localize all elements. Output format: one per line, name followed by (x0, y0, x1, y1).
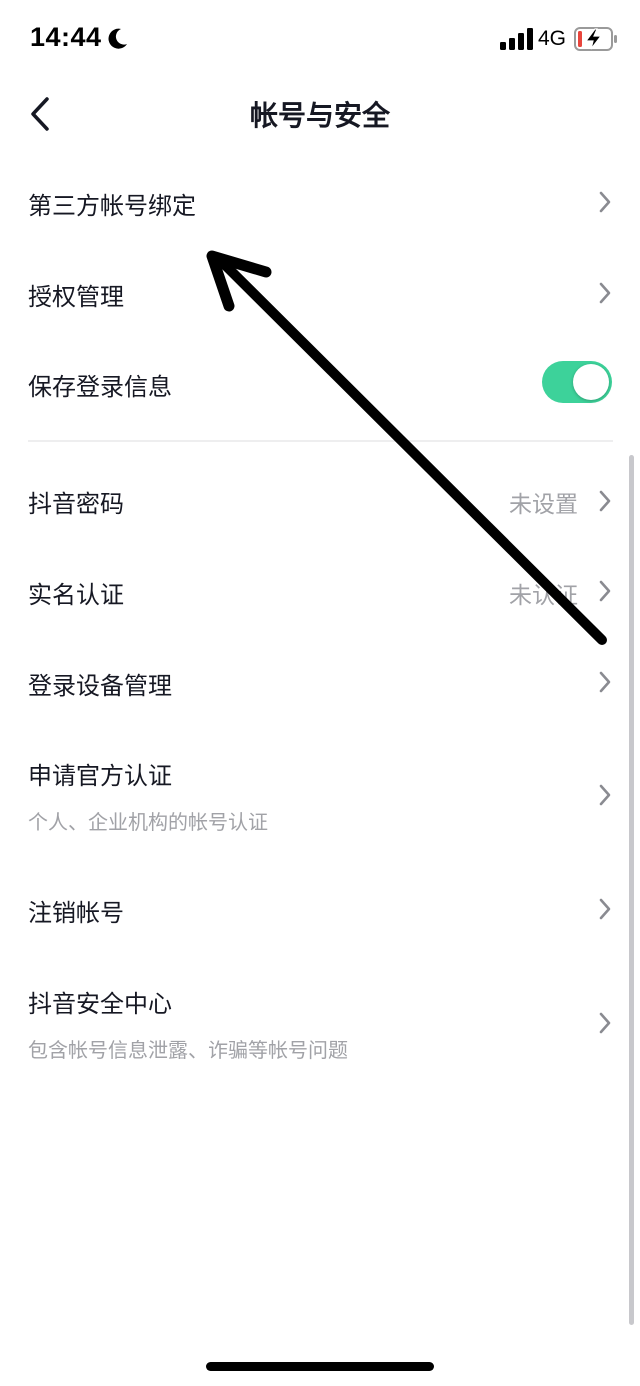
signal-icon (500, 28, 533, 50)
toggle-knob (573, 364, 609, 400)
divider (28, 440, 613, 442)
row-douyin-password[interactable]: 抖音密码 未设置 (0, 458, 640, 542)
row-title: 注销帐号 (28, 899, 124, 927)
nav-bar: 帐号与安全 (0, 80, 640, 148)
row-authorization[interactable]: 授权管理 (0, 250, 640, 334)
row-real-name-verification[interactable]: 实名认证 未认证 (0, 548, 640, 632)
row-save-login-info: 保存登录信息 (0, 340, 640, 424)
home-indicator[interactable] (206, 1362, 434, 1371)
chevron-right-icon (599, 784, 611, 806)
battery-charging-icon (574, 27, 617, 51)
scrollbar[interactable] (629, 455, 634, 1325)
chevron-right-icon (599, 490, 611, 512)
row-security-center[interactable]: 抖音安全中心 包含帐号信息泄露、诈骗等帐号问题 (0, 968, 640, 1078)
row-subtitle: 包含帐号信息泄露、诈骗等帐号问题 (28, 1038, 348, 1062)
row-title: 登录设备管理 (28, 672, 172, 700)
chevron-right-icon (599, 191, 611, 213)
chevron-right-icon (599, 282, 611, 304)
chevron-right-icon (599, 671, 611, 693)
row-title: 保存登录信息 (28, 373, 172, 401)
row-title: 实名认证 (28, 581, 124, 609)
chevron-right-icon (599, 1012, 611, 1034)
row-title: 申请官方认证 (28, 762, 172, 790)
row-title: 抖音密码 (28, 490, 124, 518)
status-time: 14:44 (30, 22, 102, 52)
row-login-device-management[interactable]: 登录设备管理 (0, 638, 640, 722)
chevron-right-icon (599, 898, 611, 920)
password-status: 未设置 (509, 492, 578, 518)
real-name-status: 未认证 (509, 583, 578, 609)
moon-icon (108, 28, 127, 49)
page-title: 帐号与安全 (249, 99, 390, 132)
row-subtitle: 个人、企业机构的帐号认证 (28, 810, 268, 834)
row-title: 授权管理 (28, 283, 124, 311)
row-deactivate-account[interactable]: 注销帐号 (0, 866, 640, 950)
row-third-party-binding[interactable]: 第三方帐号绑定 (0, 160, 640, 244)
status-bar: 14:44 4G (0, 0, 640, 80)
chevron-right-icon (599, 580, 611, 602)
network-label: 4G (538, 27, 567, 50)
row-official-verification[interactable]: 申请官方认证 个人、企业机构的帐号认证 (0, 740, 640, 850)
row-title: 第三方帐号绑定 (28, 192, 196, 220)
save-login-toggle[interactable] (542, 361, 612, 403)
row-title: 抖音安全中心 (28, 990, 172, 1018)
